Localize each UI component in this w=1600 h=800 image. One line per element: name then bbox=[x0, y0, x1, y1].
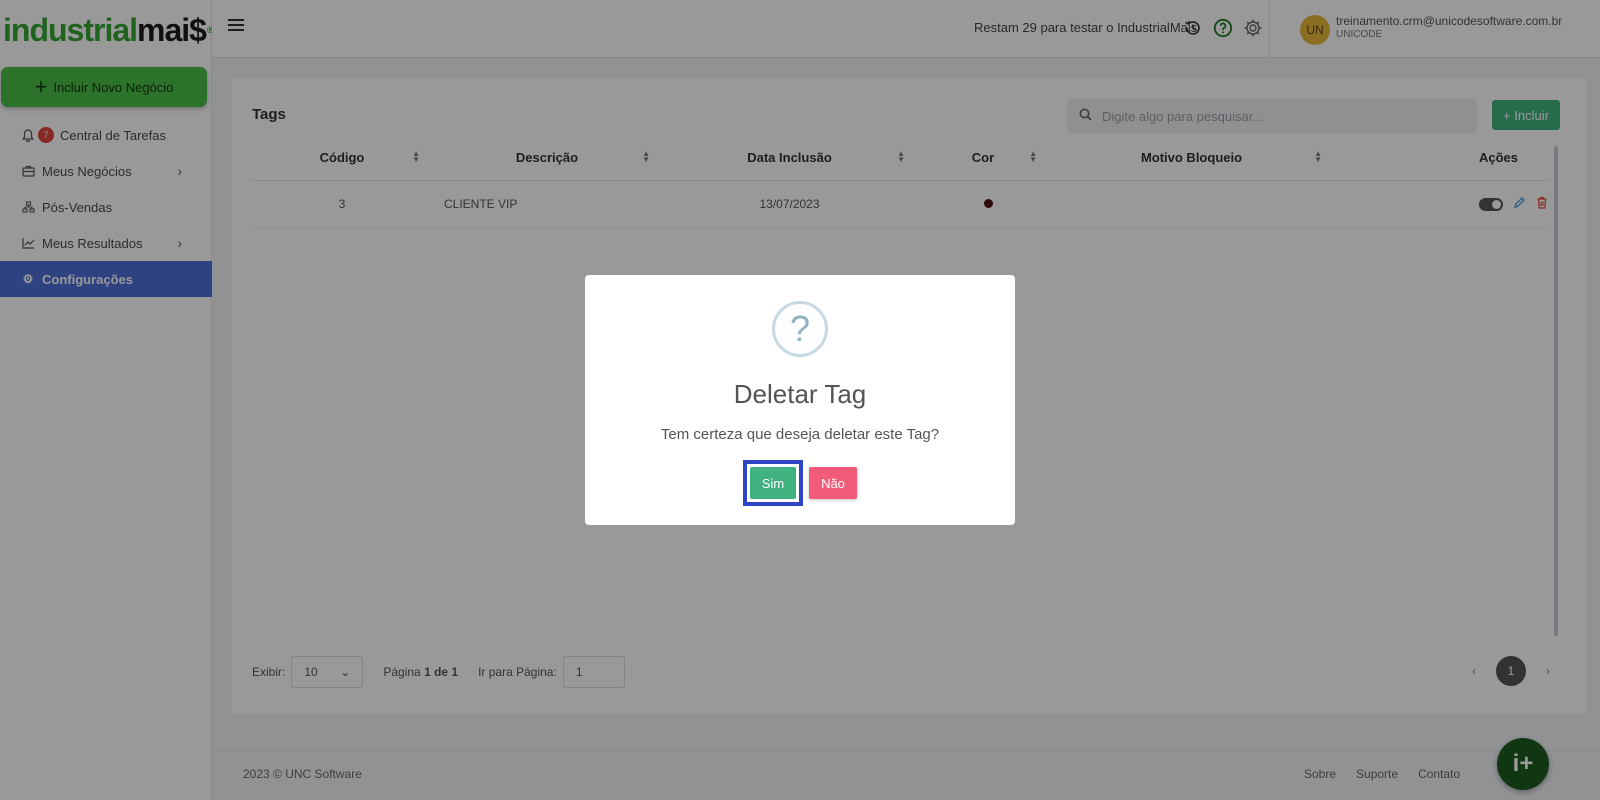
confirm-yes-button[interactable]: Sim bbox=[750, 467, 796, 499]
dialog-title: Deletar Tag bbox=[733, 379, 867, 409]
dialog-buttons: Sim Não bbox=[585, 460, 1015, 506]
question-icon: ? bbox=[772, 301, 828, 357]
delete-tag-dialog: ? Deletar Tag Tem certeza que deseja del… bbox=[585, 275, 1015, 525]
focus-highlight: Sim bbox=[743, 460, 803, 506]
confirm-no-button[interactable]: Não bbox=[809, 467, 857, 499]
dialog-message: Tem certeza que deseja deletar este Tag? bbox=[660, 426, 940, 443]
